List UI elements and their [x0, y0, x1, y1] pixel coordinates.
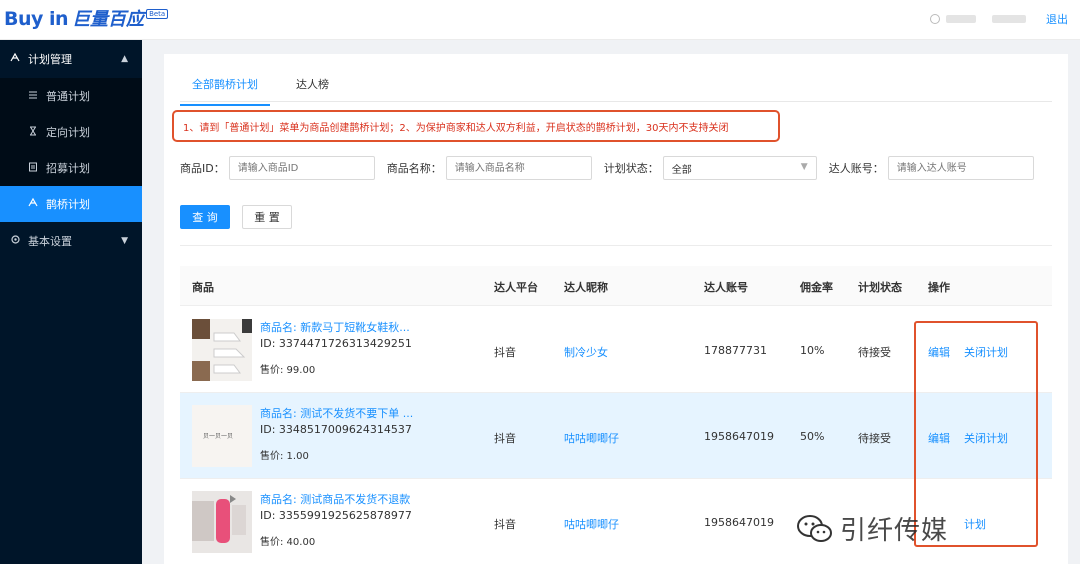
col-actions: 操作 — [928, 281, 950, 294]
product-name-input[interactable] — [445, 156, 592, 180]
col-platform: 达人平台 — [494, 281, 538, 294]
chevron-down-icon: ▼ — [800, 162, 808, 172]
talent-account-input[interactable] — [887, 156, 1034, 180]
app-logo[interactable]: Buy in 巨量百应 Beta — [4, 5, 169, 31]
product-id: ID: 3355991925625878977 — [260, 509, 412, 522]
reset-button[interactable]: 重 置 — [242, 205, 292, 229]
commission-rate: 10% — [800, 344, 825, 357]
wechat-icon — [796, 514, 834, 544]
col-nickname: 达人昵称 — [564, 281, 608, 294]
product-name-link[interactable]: 商品名: 新款马丁短靴女鞋秋... — [260, 319, 410, 335]
logo-en: Buy in — [4, 8, 69, 30]
menu-group-basic-settings[interactable]: 基本设置 ▼ — [0, 222, 142, 260]
platform: 抖音 — [494, 518, 516, 531]
product-price: 售价: 1.00 — [260, 451, 309, 462]
col-account: 达人账号 — [704, 281, 748, 294]
sidebar-item-label: 普通计划 — [46, 90, 90, 103]
chevron-down-icon: ▼ — [121, 236, 128, 246]
product-name-link[interactable]: 商品名: 测试不发货不要下单 ... — [260, 405, 413, 421]
bridge-icon — [26, 197, 40, 211]
product-price: 售价: 40.00 — [260, 537, 316, 548]
gear-icon — [8, 234, 22, 248]
recruit-icon — [26, 162, 40, 175]
logo-cn: 巨量百应 — [72, 9, 145, 30]
filter-bar: 商品ID： 商品名称： 计划状态： 全部 ▼ 达人账号： — [180, 156, 1034, 180]
talent-account: 1958647019 — [704, 516, 774, 529]
menu-group-label: 计划管理 — [28, 53, 72, 66]
platform: 抖音 — [494, 346, 516, 359]
shop-redacted — [992, 15, 1026, 23]
sidebar-item-recruit-plan[interactable]: 招募计划 — [0, 150, 142, 186]
sidebar-item-label: 鹊桥计划 — [46, 198, 90, 211]
col-commission: 佣金率 — [800, 281, 833, 294]
sidebar: 计划管理 ▲ 普通计划 定向计划 招募计划 鹊桥计划 基本设置 ▼ — [0, 40, 142, 564]
sidebar-item-label: 招募计划 — [46, 162, 90, 175]
product-thumbnail[interactable] — [192, 319, 252, 381]
product-thumbnail[interactable] — [192, 491, 252, 553]
talent-account-label: 达人账号： — [828, 162, 884, 175]
plan-status-value: 全部 — [671, 164, 692, 176]
top-header: Buy in 巨量百应 Beta 退出 — [0, 0, 1080, 40]
watermark-text: 引纤传媒 — [840, 516, 949, 546]
menu-group-plan-management[interactable]: 计划管理 ▲ — [0, 40, 142, 78]
product-thumbnail[interactable]: 贝一贝一贝 — [192, 405, 252, 467]
query-button[interactable]: 查 询 — [180, 205, 230, 229]
product-id-label: 商品ID： — [180, 162, 225, 175]
plan-status-select[interactable]: 全部 ▼ — [662, 156, 817, 180]
username-redacted — [946, 15, 976, 23]
watermark: 引纤传媒 — [796, 510, 948, 547]
col-status: 计划状态 — [858, 281, 902, 294]
menu-group-label: 基本设置 — [28, 235, 72, 248]
tab-divider — [180, 101, 1052, 102]
thumbnail-text: 贝一贝一贝 — [203, 433, 234, 440]
submenu-plan-management: 普通计划 定向计划 招募计划 鹊桥计划 — [0, 78, 142, 222]
chevron-up-icon: ▲ — [121, 54, 128, 64]
talent-nickname-link[interactable]: 咕咕唧唧仔 — [564, 516, 619, 532]
product-name-label: 商品名称： — [386, 162, 442, 175]
sidebar-item-normal-plan[interactable]: 普通计划 — [0, 78, 142, 114]
list-icon — [26, 90, 40, 103]
product-price: 售价: 99.00 — [260, 365, 316, 376]
user-icon — [930, 14, 940, 24]
product-id: ID: 3348517009624314537 — [260, 423, 412, 436]
product-id: ID: 3374471726313429251 — [260, 337, 412, 350]
plan-status: 待接受 — [858, 346, 891, 359]
user-area: 退出 — [930, 11, 1068, 27]
hourglass-icon — [26, 126, 40, 139]
product-name-link[interactable]: 商品名: 测试商品不发货不退款 — [260, 491, 410, 507]
commission-rate: 50% — [800, 430, 825, 443]
bridge-icon — [8, 52, 22, 66]
platform: 抖音 — [494, 432, 516, 445]
col-product: 商品 — [192, 281, 214, 294]
plan-status: 待接受 — [858, 432, 891, 445]
plan-status-label: 计划状态： — [603, 162, 659, 175]
talent-account: 178877731 — [704, 344, 767, 357]
sidebar-item-targeted-plan[interactable]: 定向计划 — [0, 114, 142, 150]
notice-banner: 1、请到「普通计划」菜单为商品创建鹊桥计划；2、为保护商家和达人双方利益，开启状… — [172, 110, 780, 142]
table-header: 商品 达人平台 达人昵称 达人账号 佣金率 计划状态 操作 — [180, 266, 1052, 306]
logout-link[interactable]: 退出 — [1046, 11, 1068, 27]
talent-nickname-link[interactable]: 制冷少女 — [564, 344, 608, 360]
product-id-input[interactable] — [228, 156, 375, 180]
logo-beta-badge: Beta — [146, 9, 169, 19]
talent-nickname-link[interactable]: 咕咕唧唧仔 — [564, 430, 619, 446]
talent-account: 1958647019 — [704, 430, 774, 443]
section-divider — [180, 245, 1052, 246]
sidebar-item-label: 定向计划 — [46, 126, 90, 139]
sidebar-item-bridge-plan[interactable]: 鹊桥计划 — [0, 186, 142, 222]
notice-text: 1、请到「普通计划」菜单为商品创建鹊桥计划；2、为保护商家和达人双方利益，开启状… — [183, 122, 729, 134]
